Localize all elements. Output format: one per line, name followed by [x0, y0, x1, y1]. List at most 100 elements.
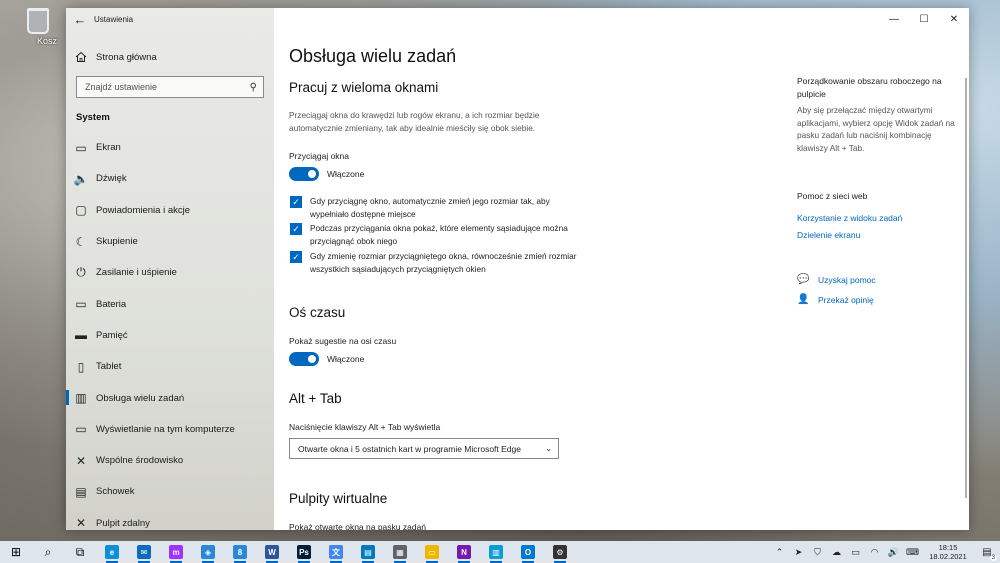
search-icon[interactable]: ⚲ — [250, 82, 257, 93]
timeline-heading: Oś czasu — [289, 305, 346, 320]
taskbar-settings-icon[interactable]: ⚙ — [544, 541, 576, 563]
storage-icon: ▬ — [75, 328, 87, 343]
web-help-title: Pomoc z sieci web — [797, 191, 868, 201]
taskbar-calculator-icon[interactable]: ▦ — [384, 541, 416, 563]
shared-icon: ✕ — [75, 453, 87, 468]
cloud-icon[interactable]: ☁ — [827, 547, 846, 558]
checkbox[interactable]: ✓ — [290, 223, 302, 235]
wifi-icon[interactable]: ◠ — [865, 547, 884, 558]
link-task-view[interactable]: Korzystanie z widoku zadań — [797, 213, 957, 223]
sidebar-item[interactable]: ☾ Skupienie — [66, 226, 274, 257]
sidebar-item[interactable]: ✕ Pulpit zdalny — [66, 508, 274, 539]
snap-toggle-row[interactable]: Włączone — [289, 167, 364, 181]
trash-icon — [27, 8, 49, 34]
snap-toggle[interactable] — [289, 167, 319, 181]
keyboard-icon[interactable]: ⌨ — [903, 547, 922, 558]
taskbar-search-icon[interactable]: ⌕ — [32, 541, 64, 563]
taskbar-azure-icon[interactable]: ▥ — [480, 541, 512, 563]
minimize-button[interactable]: — — [879, 8, 909, 30]
scrollbar[interactable] — [965, 78, 967, 498]
checkbox-label: Podczas przyciągania okna pokaż, które e… — [310, 223, 568, 246]
shield-icon[interactable]: ⛉ — [808, 547, 827, 558]
notification-center-icon[interactable]: ▤ 3 — [974, 547, 1000, 561]
calculator-glyph: ▦ — [393, 545, 407, 559]
timeline-toggle-row[interactable]: Włączone — [289, 352, 364, 366]
window-controls: — ☐ ✕ — [879, 8, 969, 30]
feedback-link[interactable]: Przekaż opinię — [818, 295, 874, 305]
taskbar-explorer-icon[interactable]: ▭ — [416, 541, 448, 563]
recycle-bin-icon[interactable]: Kosz — [22, 8, 58, 46]
sidebar-item-home[interactable]: Strona główna — [66, 46, 274, 68]
sidebar-item[interactable]: ⏻ Zasilanie i uśpienie — [66, 257, 274, 288]
get-help-link[interactable]: Uzyskaj pomoc — [818, 275, 876, 285]
display-icon: ▭ — [75, 140, 87, 155]
page-title: Obsługa wielu zadań — [289, 46, 457, 66]
sidebar-item[interactable]: ▢ Powiadomienia i akcje — [66, 195, 274, 226]
sidebar-item-label: Tablet — [96, 361, 122, 373]
sidebar-item[interactable]: ▬ Pamięć — [66, 320, 274, 351]
sidebar-item[interactable]: ▭ Bateria — [66, 288, 274, 319]
sidebar-item[interactable]: ▭ Ekran — [66, 132, 274, 163]
taskbar-trello-icon[interactable]: ▤ — [352, 541, 384, 563]
settings-window: ← Ustawienia Strona główna ⚲ System ▭ Ekr… — [66, 8, 969, 530]
taskbar-task-view-icon[interactable]: ⧉ — [64, 541, 96, 563]
sidebar-item[interactable]: ▤ Schowek — [66, 476, 274, 507]
taskbar-start-icon[interactable]: ⊞ — [0, 541, 32, 563]
feedback-icon: 👤 — [797, 294, 810, 305]
snap-description: Przeciągaj okna do krawędzi lub rogów ek… — [289, 110, 540, 133]
app-title: Ustawienia — [94, 14, 134, 24]
battery-icon[interactable]: ▭ — [846, 547, 865, 558]
snap-toggle-label: Przyciągaj okna — [289, 151, 350, 161]
chevron-up-icon[interactable]: ⌃ — [770, 547, 789, 558]
recycle-bin-label: Kosz — [37, 36, 58, 46]
sidebar-item-label: Dźwięk — [96, 173, 127, 185]
taskbar-photoshop-icon[interactable]: Ps — [288, 541, 320, 563]
clock[interactable]: 18:15 18.02.2021 — [922, 543, 974, 561]
taskbar-onenote-icon[interactable]: N — [448, 541, 480, 563]
maximize-button[interactable]: ☐ — [909, 8, 939, 30]
sidebar-item[interactable]: ✕ Wspólne środowisko — [66, 445, 274, 476]
taskbar-files-icon[interactable]: 8 — [224, 541, 256, 563]
checkbox[interactable]: ✓ — [290, 196, 302, 208]
search-box[interactable]: ⚲ — [76, 76, 264, 98]
checkbox[interactable]: ✓ — [290, 251, 302, 263]
sidebar-item[interactable]: ▭ Wyświetlanie na tym komputerze — [66, 414, 274, 445]
link-split-screen[interactable]: Dzielenie ekranu — [797, 230, 957, 240]
timeline-toggle[interactable] — [289, 352, 319, 366]
get-help-row[interactable]: 💬 Uzyskaj pomoc — [797, 274, 876, 285]
sidebar-item-label: Wspólne środowisko — [96, 455, 184, 467]
outlook-glyph: O — [521, 545, 535, 559]
taskbar-app-shield-icon[interactable]: ◈ — [192, 541, 224, 563]
snap-option-1[interactable]: ✓ Gdy przyciągnę okno, automatycznie zmi… — [290, 195, 590, 221]
taskbar-mail-icon[interactable]: ✉ — [128, 541, 160, 563]
alttab-dropdown[interactable]: Otwarte okna i 5 ostatnich kart w progra… — [289, 438, 559, 459]
taskbar: ⊞ ⌕ ⧉ e ✉ m ◈ 8 W Ps 文 ▤ ▦ ▭ N ▥ O ⚙ ⌃ ➤ ⛉ ☁ ▭ ◠ 🔊 ⌨ 18:1… — [0, 541, 1000, 563]
telegram-icon[interactable]: ➤ — [789, 547, 808, 558]
azure-glyph: ▥ — [489, 545, 503, 559]
taskbar-word-icon[interactable]: W — [256, 541, 288, 563]
sidebar-item[interactable]: ▯ Tablet — [66, 351, 274, 382]
chat-help-icon: 💬 — [797, 274, 810, 285]
arrange-panel: Porządkowanie obszaru roboczego na pulpi… — [797, 75, 957, 154]
section-title: System — [76, 112, 110, 123]
taskbar-outlook-icon[interactable]: O — [512, 541, 544, 563]
explorer-glyph: ▭ — [425, 545, 439, 559]
edge-glyph: e — [105, 545, 119, 559]
close-button[interactable]: ✕ — [939, 8, 969, 30]
alttab-heading: Alt + Tab — [289, 391, 342, 406]
feedback-row[interactable]: 👤 Przekaż opinię — [797, 294, 874, 305]
project-icon: ▭ — [75, 422, 87, 437]
sidebar-item[interactable]: 🔈 Dźwięk — [66, 163, 274, 194]
sidebar-item[interactable]: ▥ Obsługa wielu zadań — [66, 382, 274, 413]
search-input[interactable] — [85, 82, 235, 92]
trello-glyph: ▤ — [361, 545, 375, 559]
taskbar-edge-icon[interactable]: e — [96, 541, 128, 563]
snap-option-3[interactable]: ✓ Gdy zmienię rozmiar przyciągniętego ok… — [290, 250, 590, 276]
back-button[interactable]: ← — [66, 8, 94, 30]
photoshop-glyph: Ps — [297, 545, 311, 559]
taskbar-translator-icon[interactable]: 文 — [320, 541, 352, 563]
taskbar-messenger-icon[interactable]: m — [160, 541, 192, 563]
onenote-glyph: N — [457, 545, 471, 559]
snap-option-2[interactable]: ✓ Podczas przyciągania okna pokaż, które… — [290, 222, 590, 248]
volume-icon[interactable]: 🔊 — [884, 547, 903, 558]
